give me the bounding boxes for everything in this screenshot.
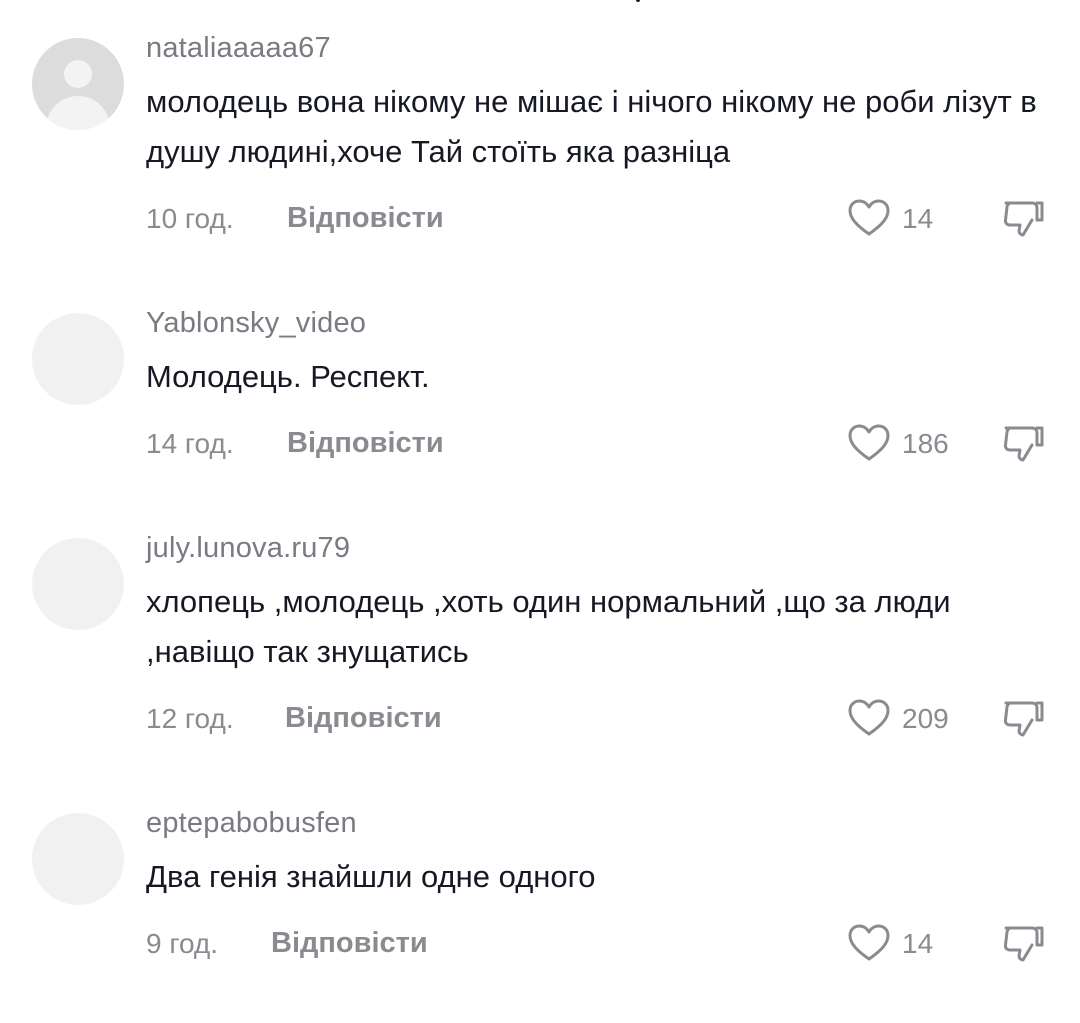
thumb-down-icon[interactable]: [1002, 199, 1044, 239]
heart-outline-icon[interactable]: [848, 424, 890, 462]
comment-time: 10 год.: [146, 203, 234, 234]
reply-button[interactable]: Відповісти: [271, 927, 428, 960]
comment-username[interactable]: july.lunova.ru79: [146, 532, 350, 565]
avatar[interactable]: [32, 813, 124, 905]
reply-button[interactable]: Відповісти: [285, 702, 442, 735]
heart-outline-icon[interactable]: [848, 924, 890, 962]
like-count: 209: [902, 703, 949, 734]
reply-button[interactable]: Відповісти: [287, 427, 444, 460]
avatar[interactable]: [32, 313, 124, 405]
heart-outline-icon[interactable]: [848, 699, 890, 737]
avatar[interactable]: [32, 38, 124, 130]
comment-actions: 14 год. Відповісти 186: [146, 420, 1046, 470]
like-count: 14: [902, 928, 934, 959]
comment-username[interactable]: nataliaaaaa67: [146, 32, 331, 65]
comment-text: Два генія знайшли одне одного: [146, 859, 596, 894]
comment-actions: 9 год. Відповісти 14: [146, 920, 1046, 970]
like-count: 186: [902, 428, 949, 459]
comment-text: молодець вона нікому не мішає і нічого н…: [146, 84, 1037, 169]
comment-time: 14 год.: [146, 428, 234, 459]
avatar-body-shape: [46, 96, 110, 130]
thumb-down-icon[interactable]: [1002, 924, 1044, 964]
avatar[interactable]: [32, 538, 124, 630]
reply-button[interactable]: Відповісти: [287, 202, 444, 235]
heart-outline-icon[interactable]: [848, 199, 890, 237]
avatar-head-shape: [64, 60, 92, 88]
comment-time: 12 год.: [146, 703, 234, 734]
comment-time: 9 год.: [146, 928, 219, 959]
comment-username[interactable]: eptepabobusfen: [146, 807, 357, 840]
thumb-down-icon[interactable]: [1002, 699, 1044, 739]
thumb-down-icon[interactable]: [1002, 424, 1044, 464]
comment-actions: 12 год. Відповісти 209: [146, 695, 1046, 745]
cut-off-glyph: [636, 0, 640, 2]
comment-text: Молодець. Респект.: [146, 359, 430, 394]
comment-username[interactable]: Yablonsky_video: [146, 307, 366, 340]
comment-text: хлопець ,молодець ,хоть один нормальний …: [146, 584, 951, 669]
like-count: 14: [902, 203, 934, 234]
comment-actions: 10 год. Відповісти 14: [146, 195, 1046, 245]
